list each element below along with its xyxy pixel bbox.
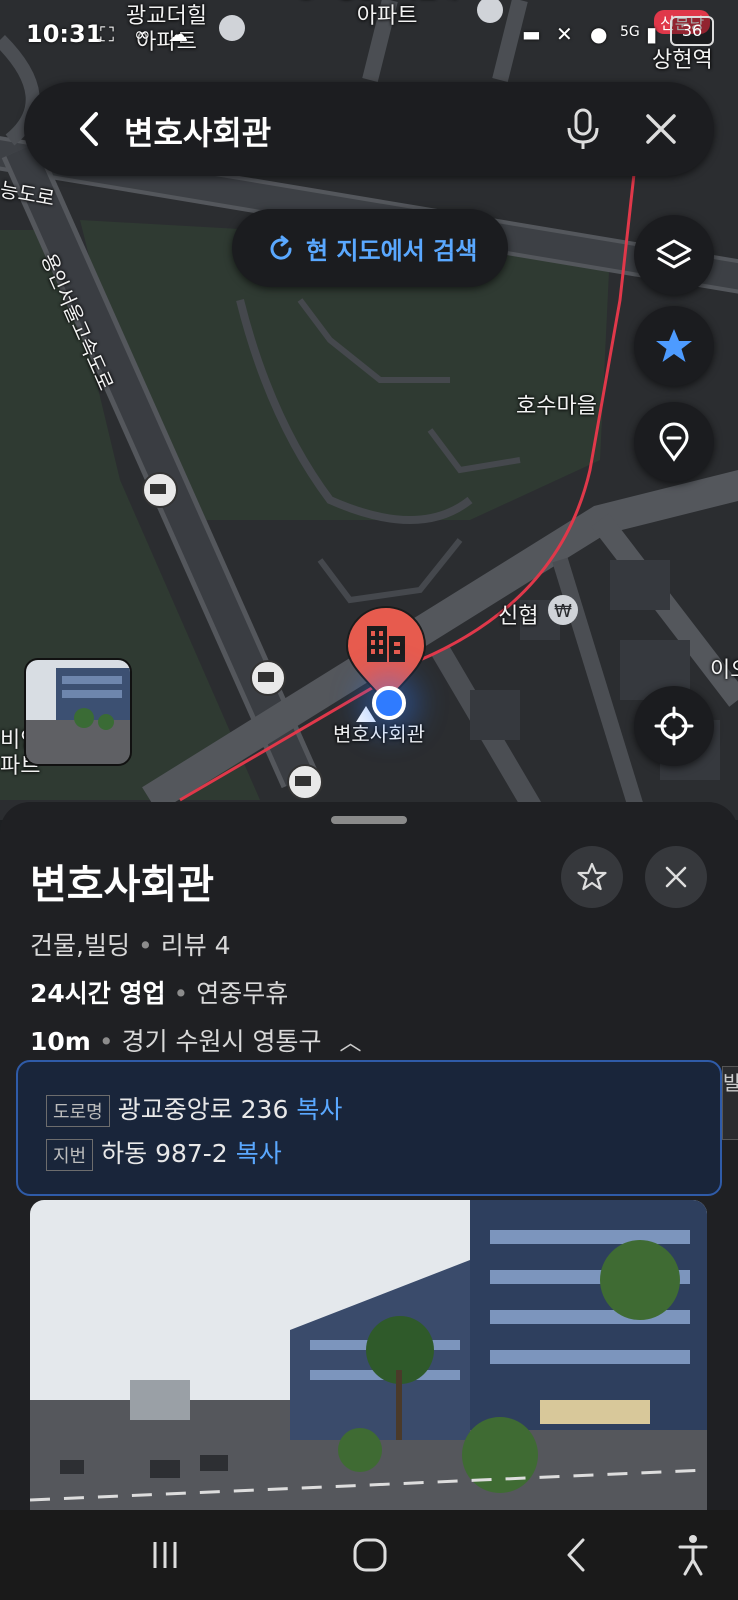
- battery-indicator: 36: [670, 16, 714, 46]
- close-icon: [646, 114, 676, 144]
- microphone-icon: [567, 108, 599, 149]
- star-outline-icon: [577, 862, 607, 891]
- nav-back-button[interactable]: [552, 1530, 602, 1580]
- voicemail-icon: ∞: [134, 22, 151, 46]
- close-sheet-button[interactable]: [645, 846, 707, 908]
- review-count-link[interactable]: 리뷰 4: [161, 931, 231, 960]
- distance: 10m: [30, 1027, 91, 1056]
- place-detail-sheet[interactable]: 변호사회관 건물,빌딩 • 리뷰 4 24시간 영업 • 연중무휴 10m • 경기 수원시…: [0, 802, 738, 1510]
- chevron-up-icon[interactable]: ︿: [339, 1031, 361, 1056]
- place-street-photo[interactable]: [30, 1200, 707, 1510]
- recent-apps-icon: [153, 1542, 177, 1568]
- road-address: 광교중앙로 236: [117, 1095, 289, 1124]
- back-button[interactable]: [66, 104, 116, 154]
- back-arrow-icon: [567, 1538, 585, 1572]
- screenshot-icon: ⛶: [100, 22, 114, 46]
- close-icon: [665, 866, 687, 888]
- copy-lot-address-button[interactable]: 복사: [236, 1139, 282, 1168]
- status-time: 10:31: [26, 20, 103, 48]
- copy-road-address-button[interactable]: 복사: [296, 1095, 342, 1124]
- place-category: 건물,빌딩: [30, 931, 130, 960]
- lot-address-tag: 지번: [46, 1139, 94, 1171]
- cctv-icon: [287, 764, 323, 800]
- location-icon: ●: [590, 22, 608, 46]
- location-pin-icon: [659, 422, 689, 462]
- star-icon: [656, 329, 692, 362]
- voice-search-button[interactable]: [556, 102, 610, 156]
- holiday-info: 연중무휴: [196, 979, 289, 1008]
- cloud-icon: ☁: [168, 22, 188, 46]
- category-line: 건물,빌딩 • 리뷰 4: [30, 931, 231, 960]
- road-address-row: 도로명 광교중앙로 236 복사: [46, 1090, 342, 1127]
- save-place-button[interactable]: [561, 846, 623, 908]
- map-label-right-edge: 이오: [710, 658, 738, 683]
- clear-search-button[interactable]: [636, 104, 686, 154]
- signal-icon: ▮: [646, 22, 658, 46]
- layers-icon: [656, 239, 692, 269]
- map-label-shinhyup[interactable]: 신협: [498, 598, 538, 630]
- road-address-tag: 도로명: [46, 1095, 110, 1127]
- current-location-dot: [372, 686, 406, 720]
- network-icon: 5G: [620, 24, 640, 40]
- bed-icon: ▬: [522, 22, 541, 46]
- my-location-button[interactable]: [634, 686, 714, 766]
- search-bar[interactable]: 변호사회관: [24, 82, 714, 176]
- home-button[interactable]: [345, 1530, 395, 1580]
- lot-address-row: 지번 하동 987-2 복사: [46, 1134, 282, 1171]
- home-icon: [353, 1538, 387, 1572]
- crosshair-icon: [654, 706, 694, 746]
- lot-address: 하동 987-2: [101, 1139, 228, 1168]
- address-summary-line[interactable]: 10m • 경기 수원시 영통구 ︿: [30, 1022, 361, 1058]
- place-title: 변호사회관: [30, 862, 214, 908]
- cctv-icon: [250, 660, 286, 696]
- side-tab[interactable]: 발: [722, 1066, 738, 1140]
- refresh-icon: [270, 235, 292, 260]
- address-detail-box: 도로명 광교중앙로 236 복사 지번 하동 987-2 복사: [16, 1060, 722, 1196]
- sheet-drag-handle[interactable]: [331, 816, 407, 824]
- map-label-hosu-village[interactable]: 호수마을: [516, 388, 597, 420]
- accessibility-icon: [678, 1535, 708, 1576]
- search-this-area-label: 현 지도에서 검색: [306, 237, 478, 265]
- chevron-left-icon: [80, 112, 98, 146]
- map-layers-button[interactable]: [634, 215, 714, 295]
- map-label-selected-place[interactable]: 변호사회관: [333, 718, 425, 747]
- saved-places-button[interactable]: [634, 402, 714, 482]
- system-nav-bar: [0, 1510, 738, 1600]
- mute-icon: ✕: [556, 22, 573, 46]
- address-summary: 경기 수원시 영통구: [121, 1027, 322, 1056]
- hours-line: 24시간 영업 • 연중무휴: [30, 979, 289, 1008]
- accessibility-button[interactable]: [668, 1530, 718, 1580]
- status-bar: 10:31 ⛶ ∞ ☁ ▬ ✕ ● 5G ▮ 36: [0, 0, 738, 64]
- svg-text:₩: ₩: [554, 601, 572, 622]
- business-hours: 24시간 영업: [30, 979, 166, 1008]
- search-this-area-button[interactable]: 현 지도에서 검색: [232, 209, 508, 287]
- search-query-text[interactable]: 변호사회관: [124, 108, 271, 154]
- favorites-button[interactable]: [634, 306, 714, 386]
- cctv-icon: [142, 472, 178, 508]
- street-view-thumbnail[interactable]: [24, 658, 132, 766]
- recent-apps-button[interactable]: [140, 1530, 190, 1580]
